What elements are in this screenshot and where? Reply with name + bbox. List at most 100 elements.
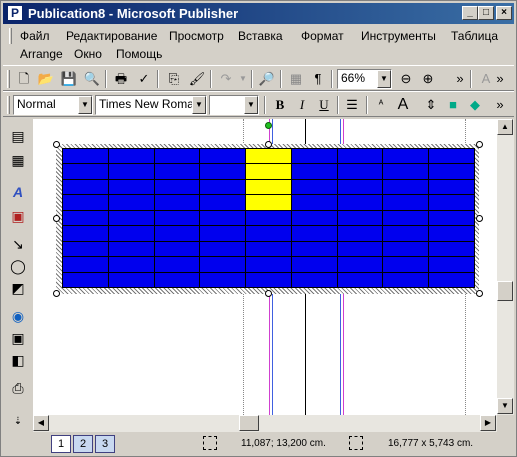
table-cell[interactable] [428, 163, 475, 180]
table-cell[interactable] [153, 147, 201, 165]
menu-table[interactable]: Таблица [451, 27, 498, 45]
italic-button[interactable]: I [291, 95, 313, 115]
table-cell[interactable] [382, 209, 430, 227]
table-cell[interactable] [245, 225, 292, 242]
wordart-icon[interactable]: A [7, 181, 29, 203]
table-cell[interactable] [290, 178, 338, 196]
table-cell[interactable] [382, 256, 430, 273]
table-cell[interactable] [107, 147, 155, 165]
table-cell[interactable] [199, 271, 247, 288]
font-size-select[interactable]: ▼ [209, 95, 259, 115]
table-cell[interactable] [245, 147, 292, 165]
toolbar-more-icon[interactable]: » [493, 95, 507, 115]
open-icon[interactable]: 📂 [35, 69, 57, 89]
table-cell[interactable] [153, 194, 201, 211]
horizontal-scrollbar[interactable]: ◀ ▶ [33, 415, 497, 432]
table-cell[interactable] [107, 163, 155, 180]
chevron-down-icon[interactable]: ▼ [192, 96, 206, 114]
table-cell[interactable] [199, 240, 247, 258]
table-cell[interactable] [290, 225, 338, 242]
table-cell[interactable] [336, 209, 384, 227]
table-cell[interactable] [336, 178, 384, 196]
table-cell[interactable] [62, 163, 109, 180]
table-cell[interactable] [199, 209, 247, 227]
table-cell[interactable] [107, 209, 155, 227]
table-cell[interactable] [428, 271, 475, 288]
page-tab-2[interactable]: 2 [73, 435, 93, 453]
table-cell[interactable] [428, 147, 475, 165]
zoom-out-icon[interactable]: ⊖ [395, 69, 417, 89]
title-bar[interactable]: P Publication8 - Microsoft Publisher _ □… [3, 3, 514, 24]
zoom-in-icon[interactable]: ⊕ [417, 69, 439, 89]
table-frame-icon[interactable]: ▦ [7, 149, 29, 171]
table-cell[interactable] [382, 225, 430, 242]
menu-edit[interactable]: Редактирование [66, 27, 157, 45]
scroll-up-icon[interactable]: ▲ [497, 119, 513, 135]
palette-more-icon[interactable]: ⇣ [7, 411, 29, 433]
new-icon[interactable]: 🗋 [13, 69, 35, 89]
table-cell[interactable] [382, 240, 430, 258]
autoshapes-icon[interactable]: ◩ [7, 277, 29, 299]
font-select[interactable]: Times New Roman ▼ [95, 95, 207, 115]
fill-color-icon[interactable]: ■ [442, 95, 464, 115]
spelling-icon[interactable]: ✓ [133, 69, 155, 89]
table-cell[interactable] [290, 240, 338, 258]
toolbar-more-icon[interactable]: » [493, 69, 507, 89]
line-spacing-icon[interactable]: ⇕ [420, 95, 442, 115]
table-cell[interactable] [62, 209, 109, 227]
align-justify-icon[interactable]: ☰ [341, 95, 363, 115]
search-document-icon[interactable]: 🔍 [81, 69, 103, 89]
table-cell[interactable] [336, 240, 384, 258]
table-cell[interactable] [199, 147, 247, 165]
table-cell[interactable] [428, 256, 475, 273]
table-cell[interactable] [428, 240, 475, 258]
table-cell[interactable] [245, 209, 292, 227]
resize-handle-tc[interactable] [265, 141, 272, 148]
menu-tools[interactable]: Инструменты [361, 27, 436, 45]
table-cell[interactable] [336, 163, 384, 180]
resize-handle-tl[interactable] [53, 141, 60, 148]
table-cell[interactable] [290, 209, 338, 227]
scroll-left-icon[interactable]: ◀ [33, 415, 49, 431]
table-cell[interactable] [62, 225, 109, 242]
table-cell[interactable] [199, 178, 247, 196]
table-cell[interactable] [245, 194, 292, 211]
chevron-down-icon[interactable]: ▼ [78, 96, 92, 114]
toolbar-more-icon[interactable]: » [453, 69, 467, 89]
copy-icon[interactable]: ⎘ [163, 69, 185, 89]
resize-handle-bl[interactable] [53, 290, 60, 297]
table-cell[interactable] [107, 225, 155, 242]
bold-button[interactable]: B [269, 95, 291, 115]
table-cell[interactable] [336, 256, 384, 273]
pilcrow-icon[interactable]: ¶ [307, 69, 329, 89]
style-select[interactable]: Normal ▼ [13, 95, 93, 115]
table-cell[interactable] [107, 240, 155, 258]
table-cell[interactable] [382, 194, 430, 211]
table-cell[interactable] [428, 225, 475, 242]
columns-icon[interactable]: ▦ [285, 69, 307, 89]
design-gallery-icon[interactable]: ⎙ [7, 377, 29, 399]
print-icon[interactable]: 🖶 [110, 69, 132, 89]
table-cell[interactable] [62, 256, 109, 273]
table-cell[interactable] [382, 163, 430, 180]
table-cell[interactable] [107, 178, 155, 196]
table-cell[interactable] [153, 225, 201, 242]
print-preview-icon[interactable]: 🔎 [256, 69, 278, 89]
toolbar-grip[interactable] [7, 96, 10, 114]
text-box-icon[interactable]: ▤ [7, 125, 29, 147]
chevron-down-icon[interactable]: ▼ [377, 70, 391, 88]
hot-spot-icon[interactable]: ◉ [7, 305, 29, 327]
table-cell[interactable] [107, 271, 155, 288]
table-cell[interactable] [245, 256, 292, 273]
table-cell[interactable] [62, 178, 109, 196]
maximize-button[interactable]: □ [478, 6, 494, 20]
menu-file[interactable]: Файл [20, 27, 50, 45]
menu-view[interactable]: Просмотр [169, 27, 224, 45]
table-cell[interactable] [199, 256, 247, 273]
table-cell[interactable] [382, 271, 430, 288]
table-cell[interactable] [382, 147, 430, 165]
table-cell[interactable] [245, 271, 292, 288]
table-cell[interactable] [245, 178, 292, 196]
increase-font-icon[interactable]: A [392, 95, 414, 115]
table-cell[interactable] [62, 147, 109, 165]
